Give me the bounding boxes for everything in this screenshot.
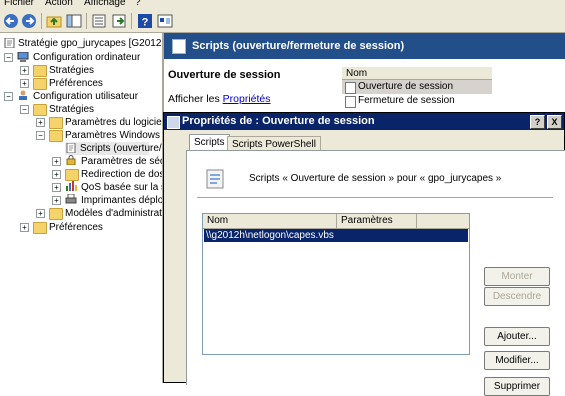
help-icon[interactable]: ?: [137, 13, 153, 29]
details-header: Scripts (ouverture/fermeture de session): [164, 33, 565, 59]
collapse-icon[interactable]: −: [20, 105, 29, 114]
expand-icon[interactable]: +: [52, 183, 61, 192]
up-folder-icon[interactable]: [46, 13, 62, 29]
move-up-button[interactable]: Monter: [484, 267, 550, 286]
table-row[interactable]: \\g2012h\netlogon\capes.vbs: [204, 229, 468, 242]
expand-icon[interactable]: +: [52, 196, 61, 205]
menu-fichier[interactable]: Fichier: [4, 0, 34, 8]
expand-icon[interactable]: +: [52, 170, 61, 179]
export-list-icon[interactable]: [91, 13, 107, 29]
menu-bar: Fichier Action Affichage ?: [0, 0, 565, 10]
console-icon[interactable]: [157, 13, 173, 29]
script-icon: [172, 39, 186, 54]
move-down-button[interactable]: Descendre: [484, 287, 550, 306]
list-item[interactable]: Fermeture de session: [342, 94, 492, 108]
properties-dialog: Propriétés de : Ouverture de session ? X…: [163, 112, 565, 396]
help-button[interactable]: ?: [530, 115, 545, 129]
user-icon: [19, 90, 27, 100]
tree-pane: Stratégie gpo_jurycapes [G2012H. − Confi…: [0, 33, 164, 383]
list-column-name[interactable]: Nom: [342, 67, 492, 80]
collapse-icon[interactable]: −: [4, 53, 13, 62]
expand-icon[interactable]: +: [20, 223, 29, 232]
add-button[interactable]: Ajouter...: [484, 327, 550, 346]
script-icon: [345, 96, 356, 108]
list-header: Nom Paramètres: [203, 214, 469, 229]
toolbar-separator: [131, 13, 132, 29]
toolbar: ?: [0, 10, 565, 33]
scripts-for-label: Scripts « Ouverture de session » pour « …: [249, 173, 502, 184]
folder-icon: [65, 169, 79, 181]
column-name[interactable]: Nom: [203, 214, 337, 228]
close-button[interactable]: X: [547, 115, 562, 129]
computer-icon: [17, 52, 29, 62]
menu-action[interactable]: Action: [45, 0, 73, 8]
chart-icon: [66, 181, 77, 191]
tree-scripts[interactable]: Scripts (ouverture/: [65, 142, 162, 155]
folder-icon: [49, 117, 63, 129]
folder-icon: [49, 130, 63, 142]
show-properties-text: Afficher les Propriétés: [168, 93, 271, 105]
folder-icon: [49, 208, 63, 220]
toolbar-separator: [41, 13, 42, 29]
expand-icon[interactable]: +: [52, 157, 61, 166]
collapse-icon[interactable]: −: [4, 92, 13, 101]
expand-icon[interactable]: +: [20, 66, 29, 75]
back-icon[interactable]: [3, 13, 19, 29]
details-title: Scripts (ouverture/fermeture de session): [192, 40, 405, 52]
properties-icon[interactable]: [111, 13, 127, 29]
properties-link[interactable]: Propriétés: [223, 93, 271, 105]
expand-icon[interactable]: +: [36, 209, 45, 218]
forward-icon[interactable]: [21, 13, 37, 29]
show-hide-tree-icon[interactable]: [66, 13, 82, 29]
folder-icon: [33, 222, 47, 234]
printer-icon: [65, 194, 77, 204]
security-icon: [66, 155, 76, 165]
toolbar-separator: [86, 13, 87, 29]
list-item[interactable]: Ouverture de session: [342, 80, 492, 94]
expand-icon[interactable]: +: [36, 118, 45, 127]
svg-text:?: ?: [142, 17, 149, 29]
menu-help[interactable]: ?: [135, 0, 141, 8]
script-icon: [345, 82, 356, 94]
folder-icon: [33, 65, 47, 77]
section-title: Ouverture de session: [168, 69, 281, 81]
folder-icon: [33, 104, 47, 116]
modify-button[interactable]: Modifier...: [484, 351, 550, 370]
policy-icon: [4, 38, 15, 48]
scripts-list[interactable]: Nom Paramètres \\g2012h\netlogon\capes.v…: [202, 213, 470, 355]
dialog-icon: [167, 116, 180, 129]
script-icon: [206, 169, 224, 189]
script-icon: [66, 143, 76, 153]
folder-icon: [33, 78, 47, 90]
collapse-icon[interactable]: −: [36, 131, 45, 140]
expand-icon[interactable]: +: [20, 79, 29, 88]
dialog-titlebar[interactable]: Propriétés de : Ouverture de session ? X: [164, 113, 564, 130]
menu-affichage[interactable]: Affichage: [84, 0, 126, 8]
tab-panel: Scripts « Ouverture de session » pour « …: [186, 150, 565, 396]
separator: [197, 197, 553, 199]
column-params[interactable]: Paramètres: [337, 214, 417, 228]
remove-button[interactable]: Supprimer: [484, 377, 550, 396]
